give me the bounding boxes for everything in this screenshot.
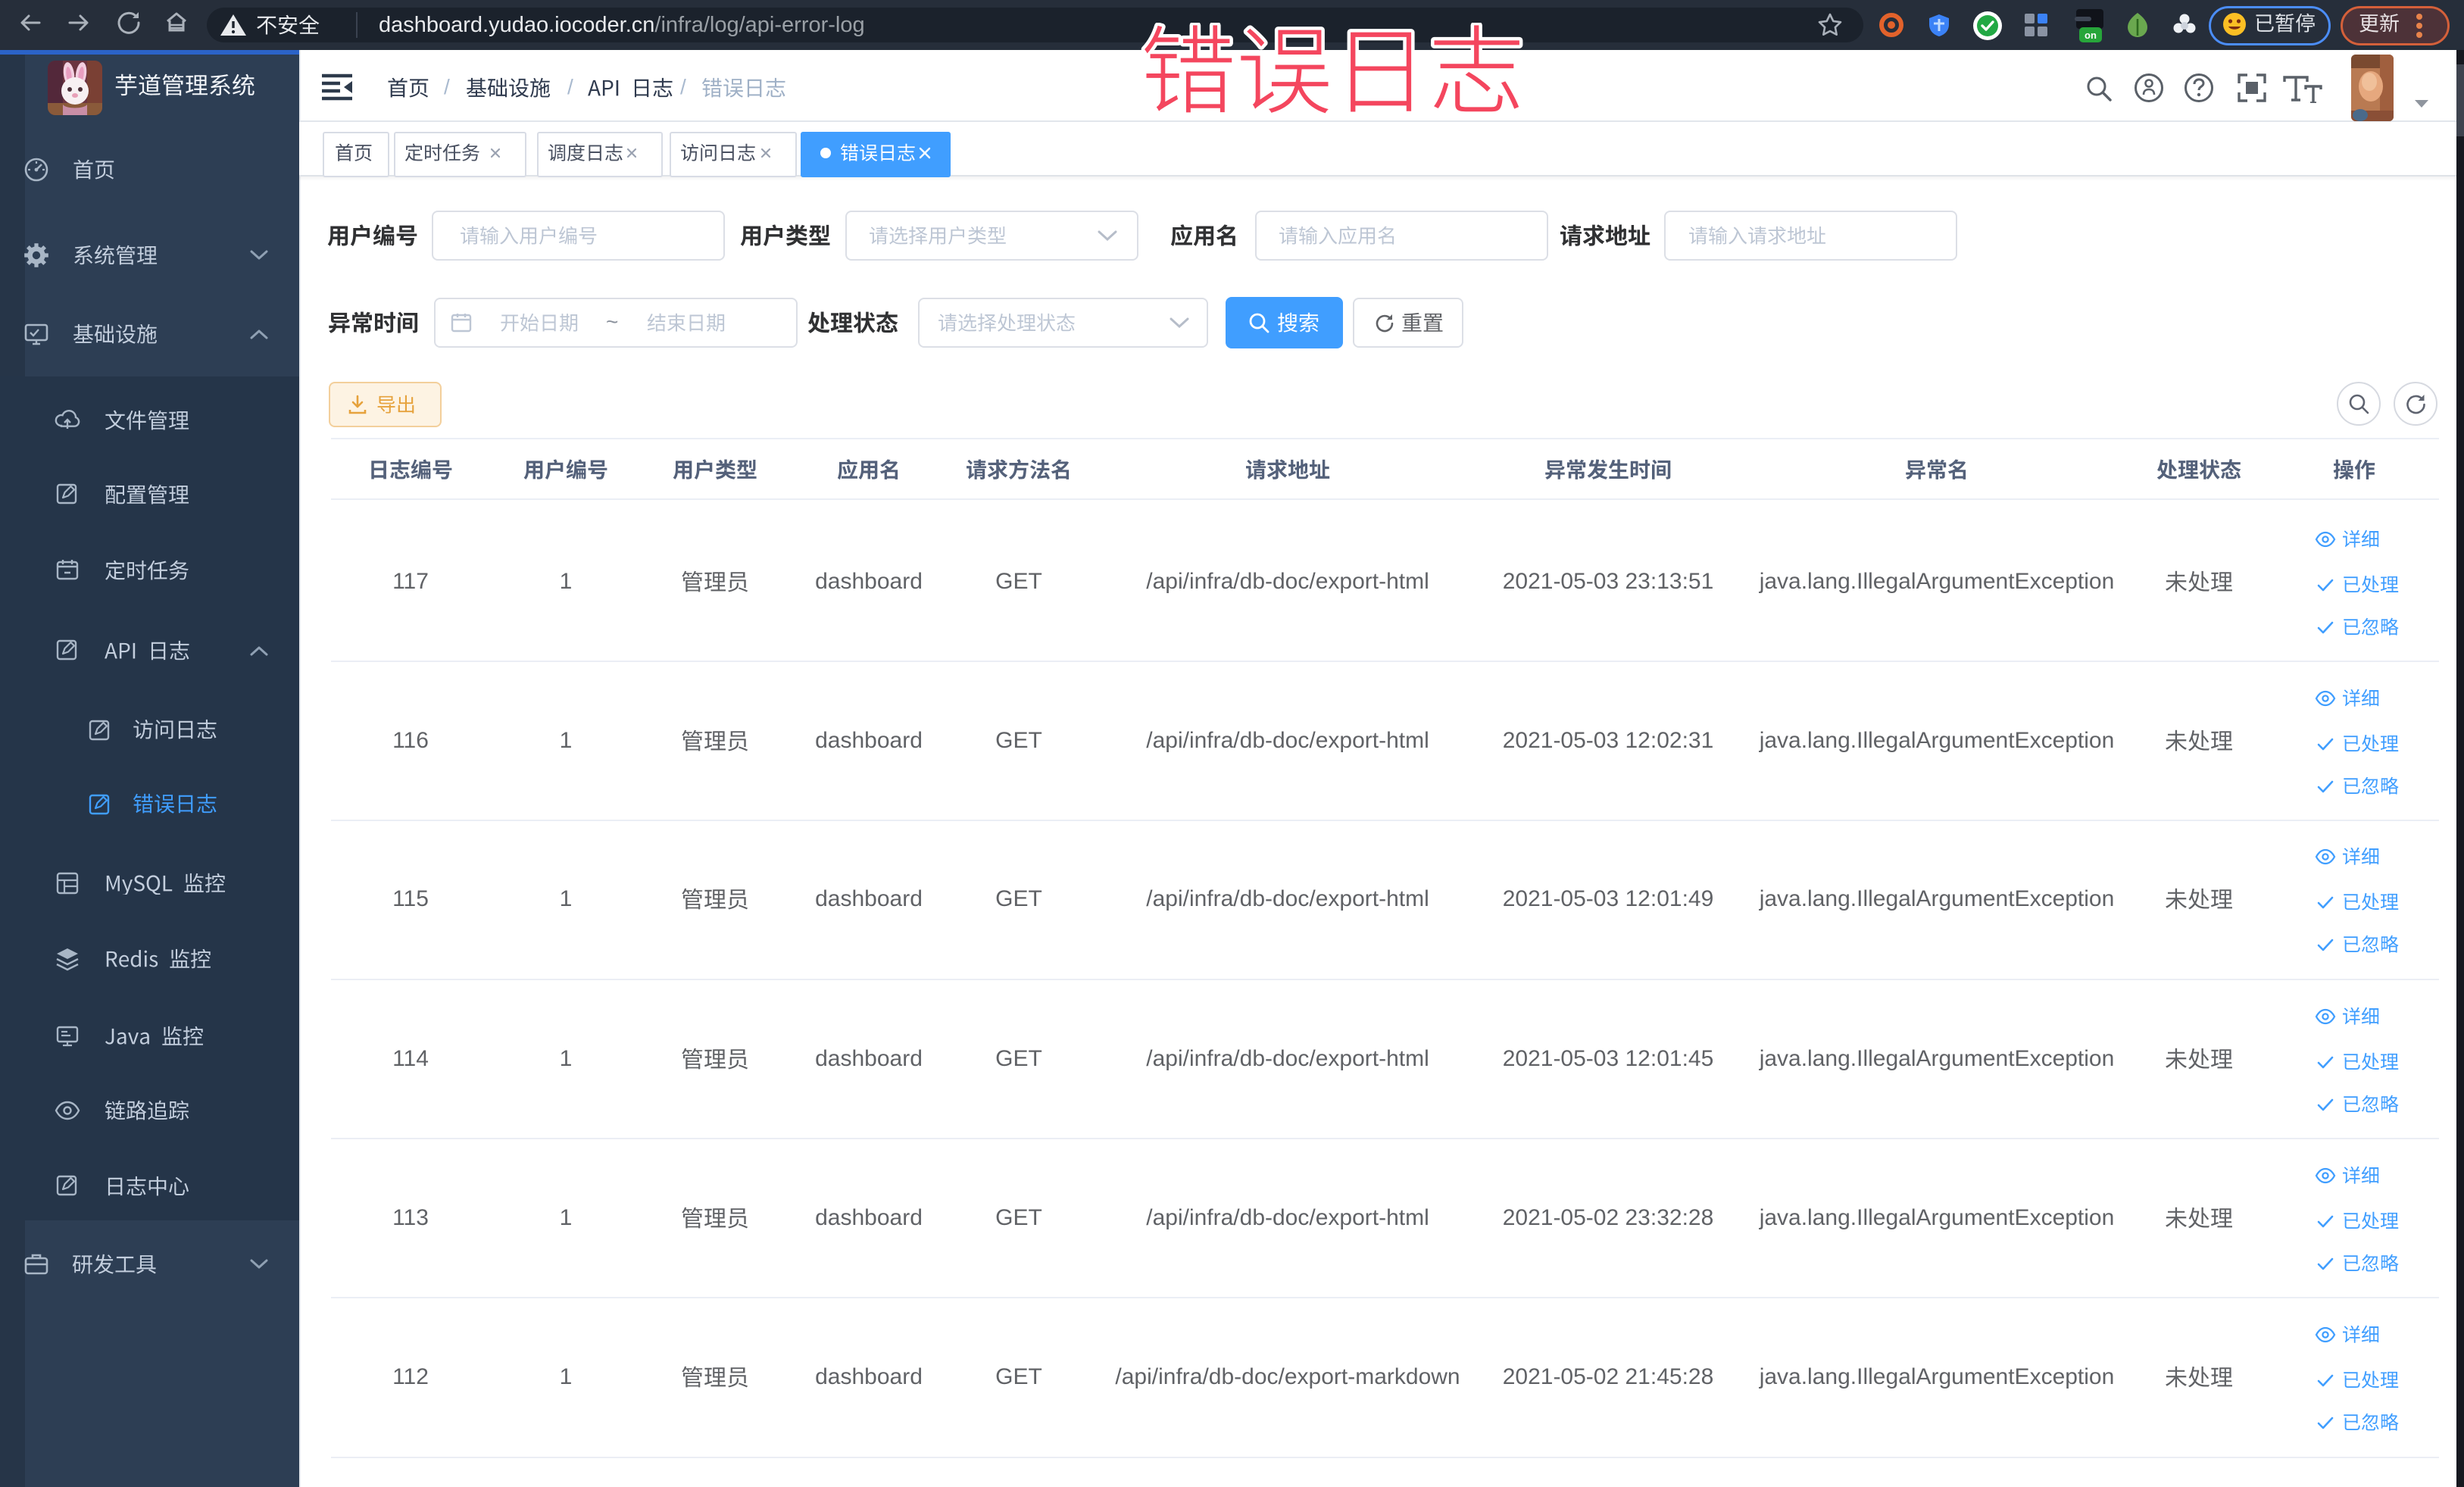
svg-text:on: on [2085, 30, 2097, 41]
